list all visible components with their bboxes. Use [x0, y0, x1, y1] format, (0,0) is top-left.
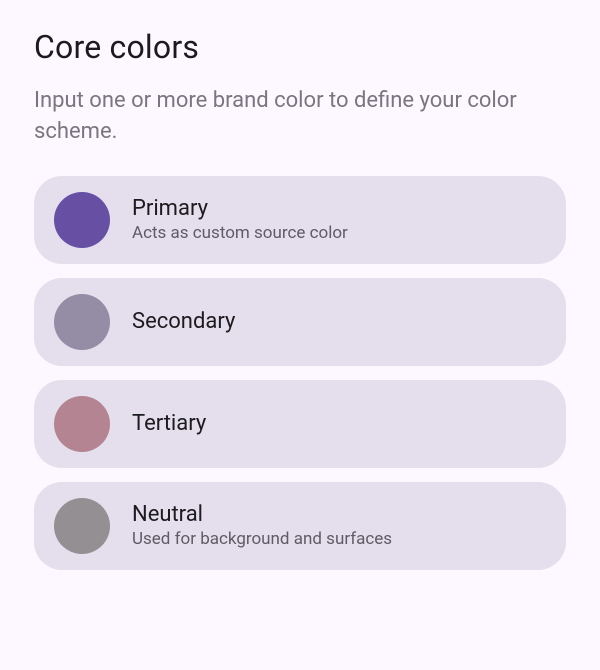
color-list: Primary Acts as custom source color Seco…	[34, 176, 566, 570]
swatch-secondary	[54, 294, 110, 350]
color-text: Secondary	[132, 309, 235, 334]
section-heading: Core colors	[34, 28, 566, 66]
color-label-tertiary: Tertiary	[132, 411, 206, 436]
swatch-tertiary	[54, 396, 110, 452]
swatch-neutral	[54, 498, 110, 554]
color-text: Neutral Used for background and surfaces	[132, 502, 392, 549]
color-sub-primary: Acts as custom source color	[132, 223, 348, 243]
color-sub-neutral: Used for background and surfaces	[132, 529, 392, 549]
color-row-primary[interactable]: Primary Acts as custom source color	[34, 176, 566, 264]
color-label-neutral: Neutral	[132, 502, 392, 527]
section-description: Input one or more brand color to define …	[34, 86, 554, 148]
swatch-primary	[54, 192, 110, 248]
color-text: Tertiary	[132, 411, 206, 436]
color-row-tertiary[interactable]: Tertiary	[34, 380, 566, 468]
color-row-secondary[interactable]: Secondary	[34, 278, 566, 366]
color-label-primary: Primary	[132, 196, 348, 221]
color-text: Primary Acts as custom source color	[132, 196, 348, 243]
color-label-secondary: Secondary	[132, 309, 235, 334]
color-row-neutral[interactable]: Neutral Used for background and surfaces	[34, 482, 566, 570]
